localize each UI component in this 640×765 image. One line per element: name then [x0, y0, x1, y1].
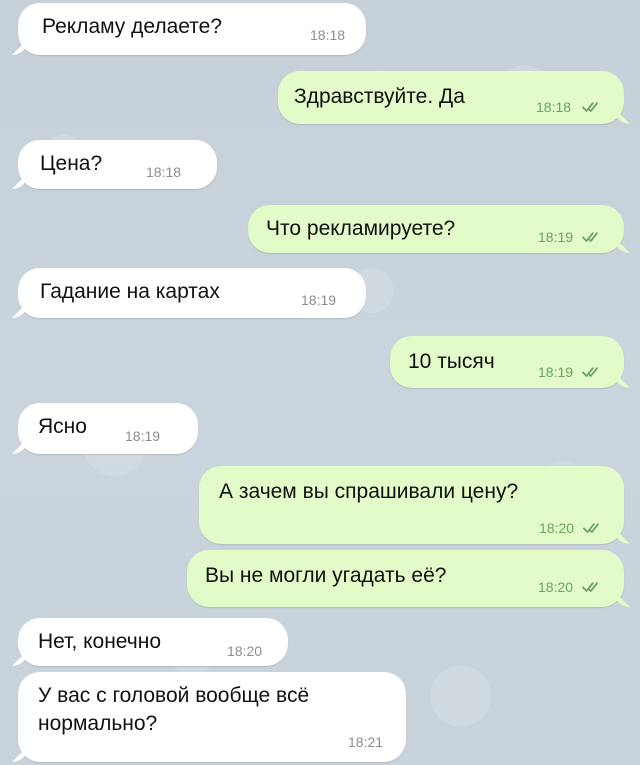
message-time: 18:20	[538, 579, 574, 595]
message-time: 18:19	[125, 428, 161, 444]
message-text: Цена?	[40, 152, 103, 175]
double-check-icon	[582, 581, 600, 593]
message-outgoing[interactable]: Что рекламируете? 18:19	[248, 205, 624, 253]
message-outgoing[interactable]: Здравствуйте. Да 18:18	[278, 71, 624, 124]
message-outgoing[interactable]: 10 тысяч 18:19	[390, 336, 624, 388]
message-time: 18:18	[310, 27, 346, 43]
message-text: Рекламу делаете?	[42, 15, 223, 38]
message-text: У вас с головой вообще всё нормально?	[38, 682, 378, 738]
message-incoming[interactable]: Рекламу делаете? 18:18	[18, 3, 366, 55]
message-text: 10 тысяч	[408, 350, 495, 373]
message-text: Здравствуйте. Да	[294, 85, 465, 108]
message-incoming[interactable]: У вас с головой вообще всё нормально? 18…	[18, 672, 406, 762]
message-time: 18:20	[227, 643, 263, 659]
double-check-icon	[582, 101, 600, 113]
chat-view: Рекламу делаете? 18:18 Здравствуйте. Да …	[0, 0, 640, 765]
message-incoming[interactable]: Ясно 18:19	[18, 403, 198, 454]
message-text: Гадание на картах	[40, 280, 220, 303]
message-incoming[interactable]: Цена? 18:18	[18, 140, 217, 189]
message-time: 18:19	[301, 292, 337, 308]
message-time: 18:18	[536, 99, 572, 115]
message-line: нормально?	[38, 712, 158, 735]
message-incoming[interactable]: Нет, конечно 18:20	[18, 618, 288, 666]
double-check-icon	[582, 366, 600, 378]
message-text: Ясно	[38, 415, 87, 438]
message-incoming[interactable]: Гадание на картах 18:19	[18, 268, 366, 318]
double-check-icon	[582, 231, 600, 243]
double-check-icon	[583, 522, 601, 534]
message-text: Что рекламируете?	[266, 217, 456, 240]
message-outgoing[interactable]: А зачем вы спрашивали цену? 18:20	[199, 466, 624, 544]
message-text: Вы не могли угадать её?	[205, 564, 447, 587]
message-text: Нет, конечно	[38, 630, 162, 653]
message-time: 18:21	[348, 734, 384, 750]
message-line: У вас с головой вообще всё	[38, 684, 310, 707]
message-outgoing[interactable]: Вы не могли угадать её? 18:20	[187, 550, 624, 607]
message-time: 18:19	[538, 229, 574, 245]
message-time: 18:19	[538, 364, 574, 380]
message-time: 18:18	[146, 164, 182, 180]
message-text: А зачем вы спрашивали цену?	[219, 480, 519, 503]
message-time: 18:20	[539, 520, 575, 536]
